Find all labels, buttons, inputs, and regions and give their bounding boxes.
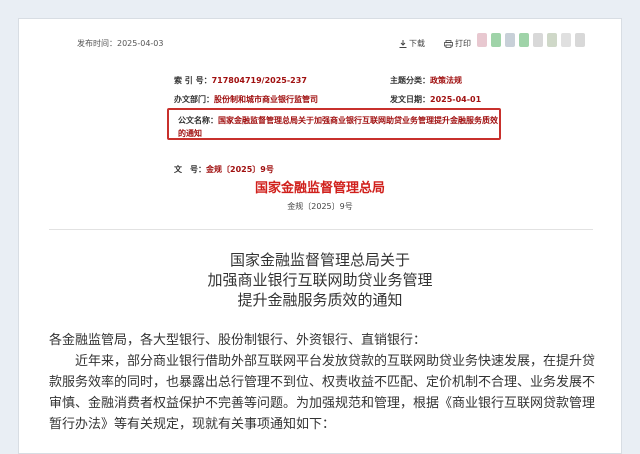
download-icon [399, 39, 407, 48]
share-icon[interactable] [533, 33, 543, 47]
share-icon[interactable] [547, 33, 557, 47]
meta-office: 办文部门：股份制和城市商业银行监管司 [174, 95, 318, 104]
heading-line: 提升金融服务质效的通知 [237, 291, 403, 309]
heading-line: 国家金融监督管理总局关于 [229, 251, 410, 269]
document-body: 各金融监管局，各大型银行、股份制银行、外资银行、直销银行： 近年来，部分商业银行… [49, 330, 597, 435]
document-page: 发布时间：2025-04-03 下载 打印 索 引 号：717804719/20… [18, 18, 622, 454]
document-number: 金规〔2025〕9号 [287, 202, 353, 211]
meta-date: 发文日期：2025-04-01 [390, 95, 482, 104]
share-icon[interactable] [519, 33, 529, 47]
print-label: 打印 [455, 39, 471, 48]
print-button[interactable]: 打印 [444, 38, 471, 49]
meta-index: 索 引 号：717804719/2025-237 [174, 76, 307, 85]
publish-date: 发布时间：2025-04-03 [77, 39, 164, 48]
body-paragraph: 近年来，部分商业银行借助外部互联网平台发放贷款的互联网助贷业务快速发展，在提升贷… [49, 354, 596, 432]
heading-line: 加强商业银行互联网助贷业务管理 [207, 271, 433, 289]
meta-docno: 文 号：金规〔2025〕9号 [174, 165, 274, 174]
document-heading: 国家金融监督管理总局关于 加强商业银行互联网助贷业务管理 提升金融服务质效的通知 [19, 250, 621, 310]
download-button[interactable]: 下载 [399, 38, 425, 49]
share-buttons [477, 33, 585, 47]
meta-topic: 主题分类：政策法规 [390, 76, 462, 85]
issuer-name: 国家金融监督管理总局 [254, 181, 385, 196]
share-icon[interactable] [575, 33, 585, 47]
meta-title: 公文名称：国家金融监督管理总局关于加强商业银行互联网助贷业务管理提升金融服务质效… [178, 116, 498, 138]
download-label: 下载 [409, 39, 425, 48]
share-icon[interactable] [491, 33, 501, 47]
share-icon[interactable] [477, 33, 487, 47]
share-icon[interactable] [505, 33, 515, 47]
share-icon[interactable] [561, 33, 571, 47]
salutation: 各金融监管局，各大型银行、股份制银行、外资银行、直销银行： [49, 333, 427, 348]
toolbar: 发布时间：2025-04-03 下载 打印 [19, 19, 621, 59]
printer-icon [444, 39, 453, 48]
divider [49, 229, 593, 230]
document-title-highlight: 公文名称：国家金融监督管理总局关于加强商业银行互联网助贷业务管理提升金融服务质效… [167, 108, 501, 140]
